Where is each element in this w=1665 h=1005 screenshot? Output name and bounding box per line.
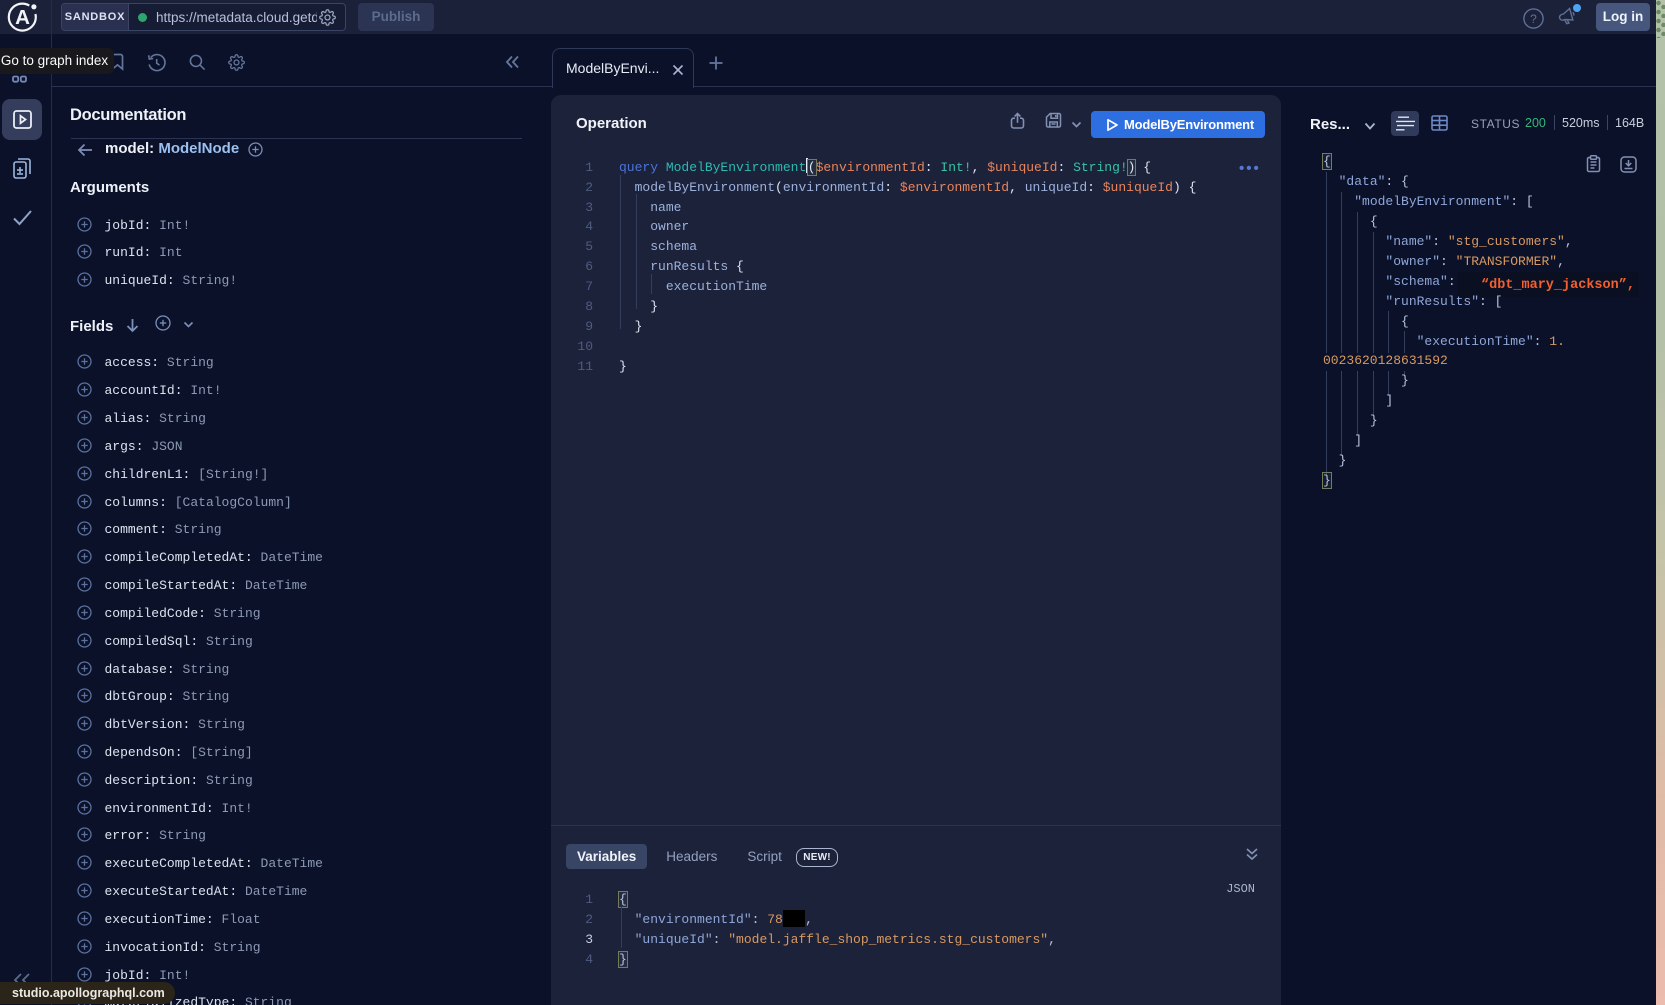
svg-text:?: ? xyxy=(1530,12,1537,26)
svg-text:A: A xyxy=(15,6,30,29)
